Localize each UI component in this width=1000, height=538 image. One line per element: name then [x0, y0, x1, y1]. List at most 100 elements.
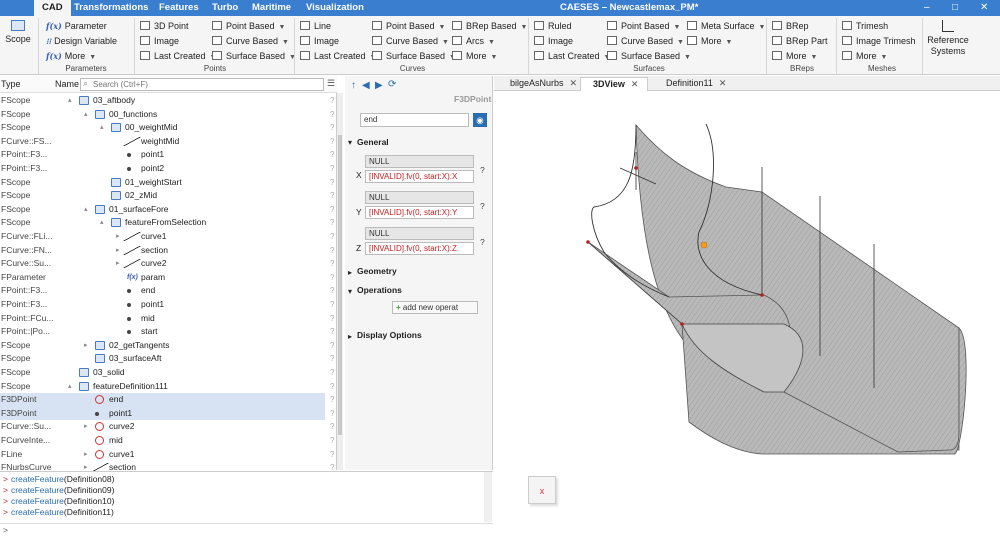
- operations-expander-icon[interactable]: ▾: [348, 287, 352, 296]
- z-help-icon[interactable]: ?: [480, 237, 485, 247]
- scrollbar-thumb[interactable]: [338, 135, 342, 435]
- close-window-button[interactable]: ✕: [980, 0, 988, 16]
- add-operation-button[interactable]: + add new operat: [392, 301, 478, 314]
- expand-toggle-icon[interactable]: ▴: [84, 203, 88, 217]
- point-based-curve-button[interactable]: Point Based ▼: [372, 20, 445, 34]
- help-icon[interactable]: ?: [330, 420, 334, 434]
- help-icon[interactable]: ?: [330, 393, 334, 407]
- parameter-button[interactable]: f(x) Parameter: [46, 20, 107, 32]
- surface-based-curve-button[interactable]: Surface Based▼: [372, 50, 456, 64]
- tree-row[interactable]: FPoint::|Po... start?: [0, 325, 334, 339]
- tree-row[interactable]: FScope ▴ 00_weightMid?: [0, 121, 334, 135]
- geometry-section-title[interactable]: Geometry: [357, 266, 397, 276]
- image-trimesh-button[interactable]: Image Trimesh: [842, 35, 916, 47]
- tree-row[interactable]: FScope 03_surfaceAft?: [0, 352, 334, 366]
- help-icon[interactable]: ?: [330, 339, 334, 353]
- help-icon[interactable]: ?: [330, 148, 334, 162]
- surface-based-point-button[interactable]: Surface Based ▼: [212, 50, 296, 64]
- search-input[interactable]: [80, 78, 324, 91]
- surfaces-more-button[interactable]: More ▼: [687, 35, 732, 49]
- tab-bilgeasnurbs[interactable]: bilgeAsNurbs ✕: [498, 77, 577, 91]
- surface-image-button[interactable]: Image: [534, 35, 573, 47]
- breps-more-button[interactable]: More ▼: [772, 50, 817, 64]
- back-icon[interactable]: ◀: [362, 80, 370, 91]
- meshes-more-button[interactable]: More ▼: [842, 50, 887, 64]
- help-icon[interactable]: ?: [330, 121, 334, 135]
- menu-tab-features[interactable]: Features: [151, 0, 207, 16]
- tree-row[interactable]: FPoint::F3... point1?: [0, 298, 334, 312]
- help-icon[interactable]: ?: [330, 325, 334, 339]
- tree-row[interactable]: FScope 03_solid?: [0, 366, 334, 380]
- reference-systems-button[interactable]: Reference Systems: [926, 20, 970, 57]
- point-based-point-button[interactable]: Point Based ▼: [212, 20, 285, 34]
- close-icon[interactable]: ✕: [570, 78, 578, 88]
- tree-row[interactable]: F3DPoint point1?: [0, 406, 334, 421]
- orientation-center-point[interactable]: [700, 241, 708, 249]
- brep-based-curve-button[interactable]: BRep Based ▼: [452, 20, 527, 34]
- menu-tab-maritime[interactable]: Maritime: [244, 0, 299, 16]
- control-point[interactable]: [586, 240, 590, 244]
- tree-row[interactable]: FScope ▴ featureDefinition111?: [0, 380, 334, 394]
- surface-last-created-button[interactable]: Last Created▼: [534, 50, 610, 64]
- minimize-button[interactable]: –: [924, 0, 930, 16]
- expand-toggle-icon[interactable]: ▴: [84, 108, 88, 122]
- help-icon[interactable]: ?: [330, 312, 334, 326]
- operations-section-title[interactable]: Operations: [357, 285, 402, 295]
- expand-toggle-icon[interactable]: ▸: [116, 244, 120, 258]
- tree-row[interactable]: FCurve::Su... ▸ curve2?: [0, 257, 334, 271]
- expand-toggle-icon[interactable]: ▸: [116, 230, 120, 244]
- close-icon[interactable]: ✕: [719, 78, 727, 88]
- expand-toggle-icon[interactable]: ▴: [68, 94, 72, 108]
- expand-toggle-icon[interactable]: ▴: [100, 216, 104, 230]
- tree-row[interactable]: FPoint::F3... end?: [0, 284, 334, 298]
- tree-row[interactable]: FScope ▴ featureFromSelection?: [0, 216, 334, 230]
- line-button[interactable]: Line: [300, 20, 331, 32]
- help-icon[interactable]: ?: [330, 434, 334, 448]
- control-point[interactable]: [680, 322, 684, 326]
- z-null-field[interactable]: NULL: [365, 227, 474, 240]
- tree-row[interactable]: FCurve::Su... ▸ curve2?: [0, 420, 334, 434]
- help-icon[interactable]: ?: [330, 257, 334, 271]
- arcs-button[interactable]: Arcs ▼: [452, 35, 495, 49]
- tree-row[interactable]: FPoint::F3... point2?: [0, 162, 334, 176]
- tree-row[interactable]: FCurve::FLi... ▸ curve1?: [0, 230, 334, 244]
- point-last-created-button[interactable]: Last Created▼: [140, 50, 216, 64]
- control-point[interactable]: [760, 293, 764, 297]
- brep-part-button[interactable]: BRep Part: [772, 35, 828, 47]
- expand-toggle-icon[interactable]: ▸: [116, 257, 120, 271]
- help-icon[interactable]: ?: [330, 352, 334, 366]
- help-icon[interactable]: ?: [330, 244, 334, 258]
- tree-row[interactable]: FPoint::F3... point1?: [0, 148, 334, 162]
- curves-more-button[interactable]: More ▼: [452, 50, 497, 64]
- point-image-button[interactable]: Image: [140, 35, 179, 47]
- trimesh-button[interactable]: Trimesh: [842, 20, 888, 32]
- navigation-cube[interactable]: x: [528, 476, 556, 504]
- menu-tab-turbo[interactable]: Turbo: [204, 0, 246, 16]
- up-icon[interactable]: ↑: [351, 80, 356, 91]
- tree-row[interactable]: FCurve::FS... weightMid?: [0, 135, 334, 149]
- expand-toggle-icon[interactable]: ▴: [68, 380, 72, 394]
- tab-definition11[interactable]: Definition11 ✕: [654, 77, 726, 91]
- brep-button[interactable]: BRep: [772, 20, 809, 32]
- forward-icon[interactable]: ▶: [375, 80, 383, 91]
- help-icon[interactable]: ?: [330, 108, 334, 122]
- sync-icon[interactable]: ⟳: [388, 79, 396, 90]
- help-icon[interactable]: ?: [330, 216, 334, 230]
- design-variable-button[interactable]: ⁝⁝ Design Variable: [46, 35, 117, 47]
- object-name-field[interactable]: end: [360, 113, 469, 127]
- tree-row[interactable]: FPoint::FCu... mid?: [0, 312, 334, 326]
- scope-button[interactable]: Scope: [4, 20, 32, 45]
- tree-scrollbar[interactable]: [337, 93, 343, 470]
- tree-row[interactable]: FLine ▸ curve1?: [0, 448, 334, 462]
- curve-based-curve-button[interactable]: Curve Based ▼: [372, 35, 449, 49]
- curve-image-button[interactable]: Image: [300, 35, 339, 47]
- help-icon[interactable]: ?: [330, 284, 334, 298]
- menu-tab-visualization[interactable]: Visualization: [298, 0, 372, 16]
- help-icon[interactable]: ?: [330, 380, 334, 394]
- point-based-surface-button[interactable]: Point Based ▼: [607, 20, 680, 34]
- curve-last-created-button[interactable]: Last Created▼: [300, 50, 376, 64]
- name-column-header[interactable]: Name: [55, 79, 79, 89]
- help-icon[interactable]: ?: [330, 271, 334, 285]
- x-expression-field[interactable]: [INVALID].fv(0, start:X):X: [365, 170, 474, 183]
- maximize-button[interactable]: □: [952, 0, 958, 16]
